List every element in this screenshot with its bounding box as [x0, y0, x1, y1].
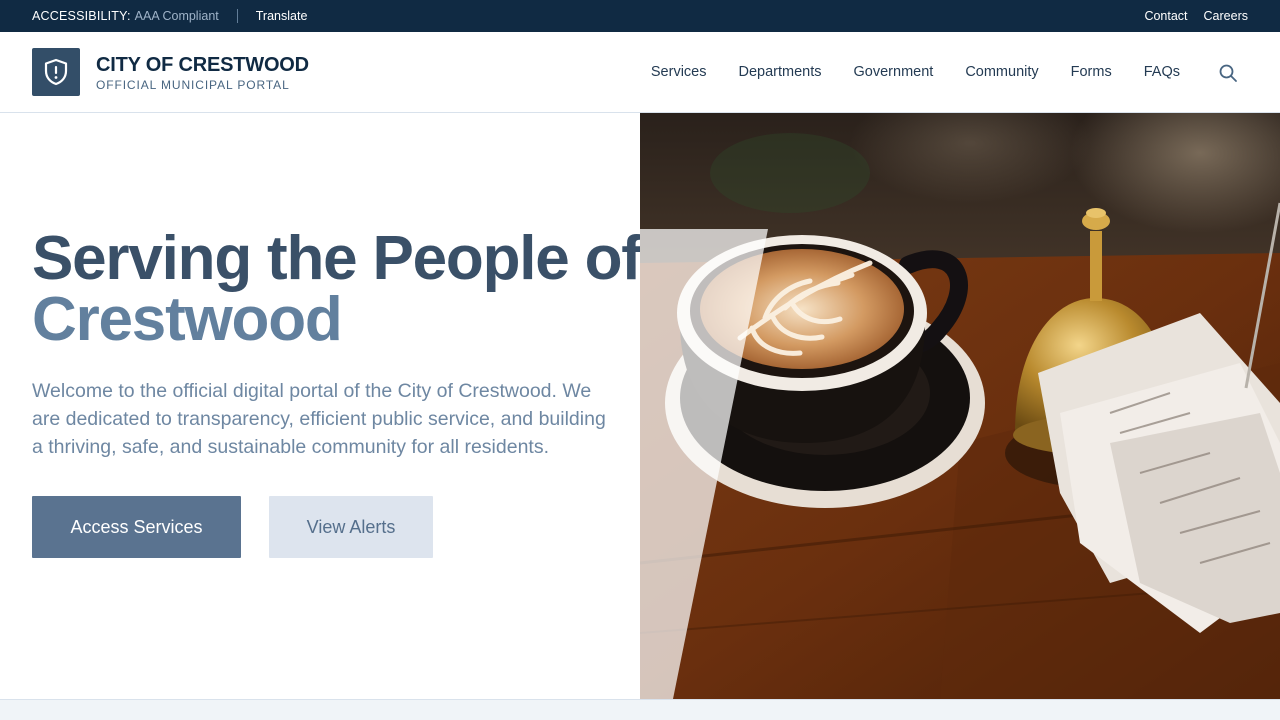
utility-bar: ACCESSIBILITY: AAA Compliant Translate C…	[0, 0, 1280, 32]
nav-forms[interactable]: Forms	[1071, 64, 1112, 80]
brand-name: CITY OF CRESTWOOD	[96, 53, 309, 76]
brand-home-link[interactable]: CITY OF CRESTWOOD OFFICIAL MUNICIPAL POR…	[32, 48, 309, 96]
coffee-cup-illustration	[640, 113, 1280, 699]
utility-left: ACCESSIBILITY: AAA Compliant Translate	[32, 0, 307, 32]
nav-departments[interactable]: Departments	[739, 64, 822, 80]
contact-link[interactable]: Contact	[1144, 9, 1187, 23]
hero-image	[640, 113, 1280, 699]
careers-link[interactable]: Careers	[1204, 9, 1248, 23]
access-services-button[interactable]: Access Services	[32, 496, 241, 558]
nav-faqs[interactable]: FAQs	[1144, 64, 1180, 80]
accessibility-label: ACCESSIBILITY:	[32, 9, 131, 23]
brand-tagline: OFFICIAL MUNICIPAL PORTAL	[96, 77, 290, 92]
shield-alert-icon	[32, 48, 80, 96]
utility-divider	[236, 9, 238, 23]
search-button[interactable]	[1216, 61, 1240, 85]
hero-title: Serving the People of Crestwood	[32, 224, 642, 354]
hero-copy: Serving the People of Crestwood Welcome …	[32, 224, 642, 558]
view-alerts-button[interactable]: View Alerts	[269, 496, 433, 558]
hero-actions: Access Services View Alerts	[32, 496, 632, 558]
hero-section: Serving the People of Crestwood Welcome …	[0, 113, 1280, 699]
accessibility-value: AAA Compliant	[134, 9, 219, 23]
nav-community[interactable]: Community	[965, 64, 1038, 80]
hero-title-line1: Serving the People of	[32, 224, 642, 293]
main-nav: Services Departments Government Communit…	[651, 32, 1180, 112]
search-icon	[1219, 64, 1237, 82]
utility-right: Contact Careers	[1144, 0, 1248, 32]
section-divider	[0, 699, 1280, 720]
translate-link[interactable]: Translate	[256, 9, 308, 23]
hero-title-line2: Crestwood	[32, 285, 343, 354]
site-header: CITY OF CRESTWOOD OFFICIAL MUNICIPAL POR…	[0, 32, 1280, 113]
brand-text: CITY OF CRESTWOOD OFFICIAL MUNICIPAL POR…	[96, 53, 309, 92]
nav-services[interactable]: Services	[651, 64, 707, 80]
hero-description: Welcome to the official digital portal o…	[32, 380, 606, 458]
nav-government[interactable]: Government	[854, 64, 934, 80]
